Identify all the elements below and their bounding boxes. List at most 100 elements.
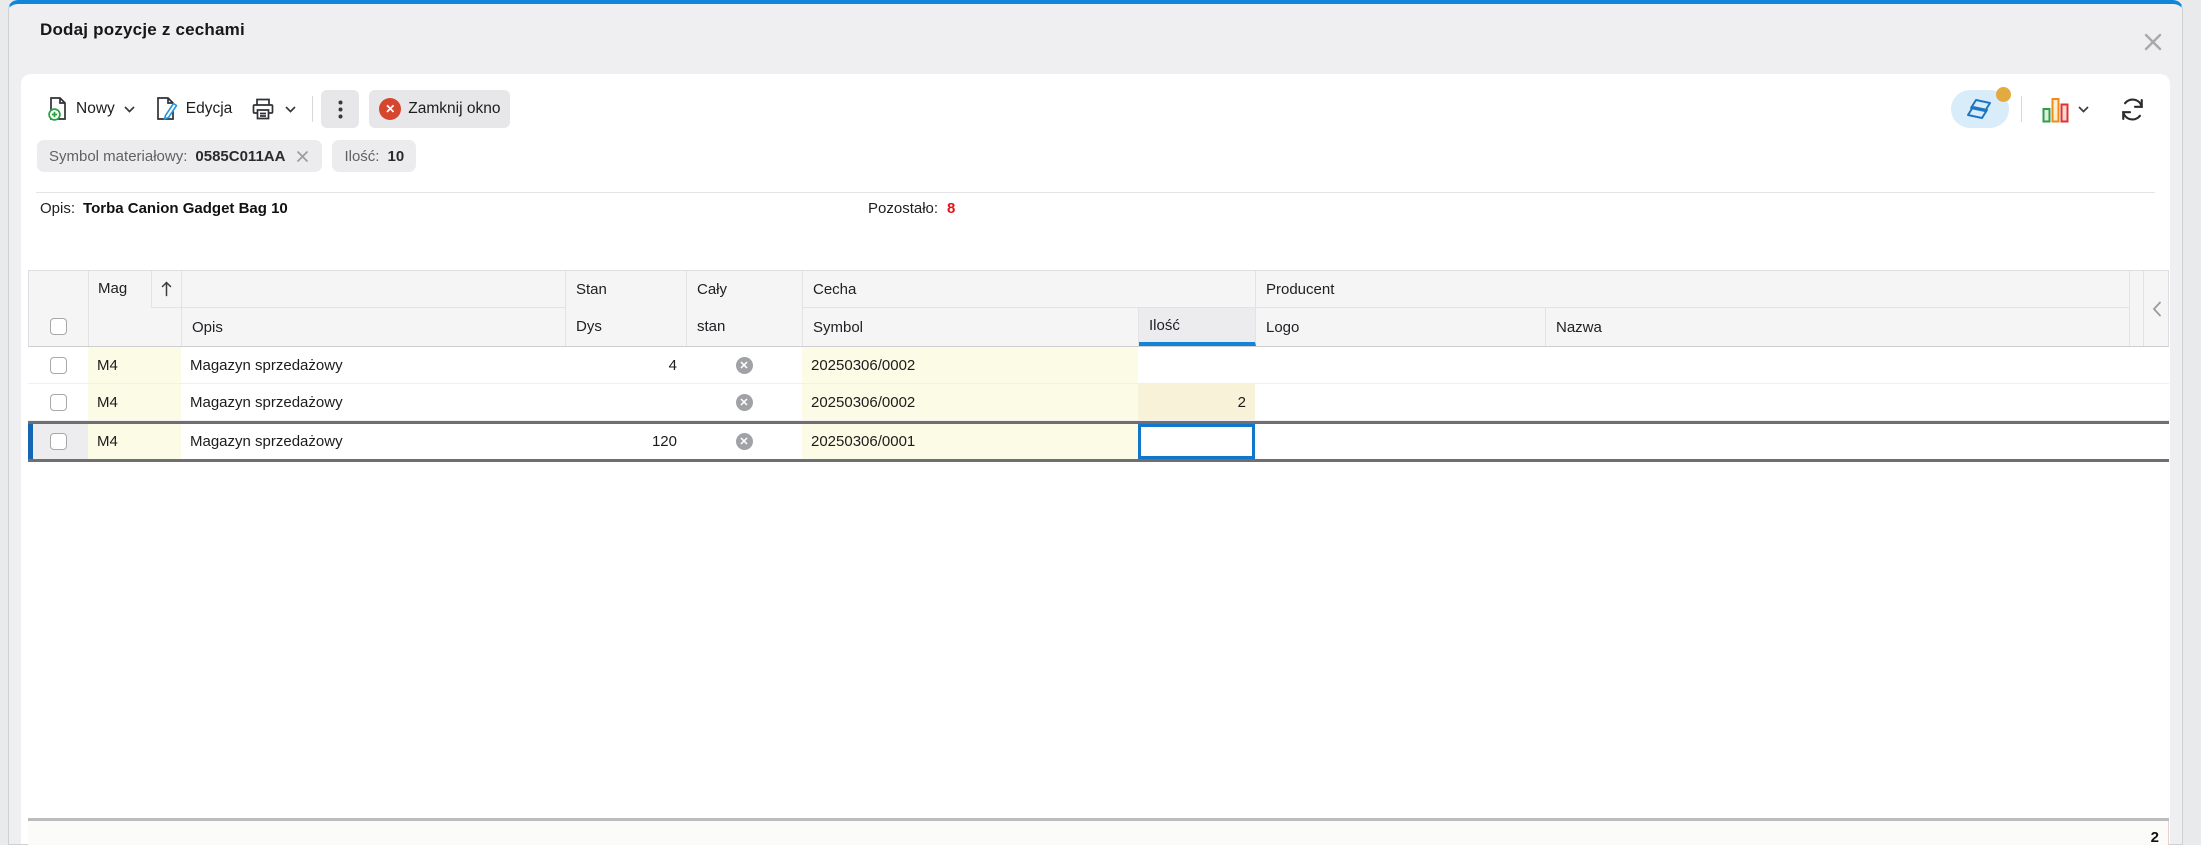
- edit-button[interactable]: Edycja: [145, 90, 243, 128]
- toolbar: Nowy Edycja ✕ Zamknij okno: [21, 87, 2170, 130]
- grid-header: Mag Opis Stan Dys Cały stan Cecha Symbol…: [28, 270, 2169, 347]
- column-header-label: stan: [697, 318, 726, 335]
- column-header-label: Nazwa: [1556, 318, 1602, 336]
- band-header-label: Producent: [1266, 280, 1335, 298]
- summary-row: 2: [28, 821, 2169, 845]
- column-header-label: Stan: [576, 281, 607, 298]
- info-row: Opis: Torba Canion Gadget Bag 10 Pozostał…: [40, 198, 2151, 220]
- section-divider: [36, 192, 2155, 193]
- column-header-label: Logo: [1266, 318, 1300, 336]
- chevron-down-icon: [285, 105, 296, 113]
- cell-symbol[interactable]: 20250306/0002: [802, 384, 1138, 420]
- filter-chip-ilosc[interactable]: Ilość: 10: [332, 140, 417, 172]
- close-window-button-label: Zamknij okno: [408, 100, 501, 117]
- column-header-opis[interactable]: Opis: [182, 308, 566, 346]
- cell-nazwa[interactable]: [1545, 347, 2129, 383]
- band-header-cecha[interactable]: Cecha: [803, 271, 1256, 308]
- row-checkbox[interactable]: [49, 356, 67, 374]
- cell-mag[interactable]: M4: [88, 347, 181, 383]
- table-row-selected[interactable]: M4 Magazyn sprzedażowy 120 ✕ 20250306/00…: [28, 421, 2169, 462]
- sort-ascending-icon[interactable]: [151, 271, 181, 308]
- cell-symbol[interactable]: 20250306/0002: [802, 347, 1138, 383]
- row-checkbox[interactable]: [49, 393, 67, 411]
- kebab-menu-icon: [338, 100, 343, 119]
- cell-stan-dys[interactable]: [565, 384, 686, 420]
- header-spacer: [182, 271, 566, 308]
- cell-opis[interactable]: Magazyn sprzedażowy: [181, 424, 565, 459]
- cell-ilosc[interactable]: [1138, 347, 1255, 383]
- filter-value: 10: [387, 147, 405, 165]
- column-header-label: Mag: [98, 280, 128, 297]
- header-filler: [2130, 271, 2144, 346]
- table-row[interactable]: M4 Magazyn sprzedażowy ✕ 20250306/0002 2: [28, 384, 2169, 421]
- cell-opis[interactable]: Magazyn sprzedażowy: [181, 347, 565, 383]
- column-header-caly-stan[interactable]: Cały stan: [687, 271, 803, 346]
- cell-logo[interactable]: [1255, 384, 1545, 420]
- document-plus-icon: [47, 96, 69, 122]
- more-actions-button[interactable]: [321, 90, 360, 128]
- chevron-down-icon: [124, 105, 135, 113]
- new-button-label: Nowy: [76, 100, 115, 117]
- column-header-symbol[interactable]: Symbol: [803, 308, 1139, 346]
- opis-label: Opis:: [40, 200, 76, 217]
- filter-label: Ilość:: [344, 147, 380, 165]
- column-header-label: Cały: [697, 281, 728, 298]
- close-icon[interactable]: [2137, 26, 2169, 58]
- remove-filter-icon[interactable]: [295, 149, 310, 164]
- new-button[interactable]: Nowy: [37, 90, 145, 128]
- collapse-panel-chevron-icon[interactable]: [2144, 271, 2170, 346]
- duplicate-window-button[interactable]: [1951, 87, 2011, 128]
- chevron-down-icon: [2078, 105, 2089, 113]
- dialog-content: Nowy Edycja ✕ Zamknij okno Symbol materi…: [21, 74, 2170, 845]
- cell-caly-stan: ✕: [686, 347, 802, 383]
- cell-rail: [2143, 384, 2169, 420]
- bar-chart-icon: [2042, 96, 2069, 123]
- cell-mag[interactable]: M4: [88, 384, 181, 420]
- select-all-checkbox[interactable]: [50, 318, 67, 335]
- cell-stan-dys[interactable]: 4: [565, 347, 686, 383]
- cell-nazwa[interactable]: [1545, 424, 2129, 459]
- summary-ilosc-total: 2: [28, 824, 2169, 845]
- refresh-button[interactable]: [2111, 90, 2154, 128]
- duplicate-window-icon: [1965, 96, 1995, 122]
- row-checkbox[interactable]: [49, 433, 67, 450]
- print-button[interactable]: [242, 90, 304, 128]
- toolbar-separator: [312, 96, 314, 122]
- cell-mag[interactable]: M4: [88, 424, 181, 459]
- cell-ilosc-editing[interactable]: [1138, 424, 1255, 459]
- clear-value-circle-x-icon[interactable]: ✕: [735, 433, 753, 450]
- chart-view-button[interactable]: [2034, 90, 2097, 128]
- cell-logo[interactable]: [1255, 424, 1545, 459]
- cell-symbol[interactable]: 20250306/0001: [802, 424, 1138, 459]
- column-header-label: Symbol: [813, 318, 864, 336]
- band-header-producent[interactable]: Producent: [1256, 271, 2130, 308]
- cell-nazwa[interactable]: [1545, 384, 2129, 420]
- column-header-nazwa[interactable]: Nazwa: [1546, 308, 2130, 346]
- notification-badge: [1996, 87, 2011, 102]
- printer-icon: [250, 97, 276, 121]
- column-header-mag[interactable]: Mag: [89, 271, 182, 346]
- row-select-cell: [28, 424, 88, 459]
- filter-chip-symbol[interactable]: Symbol materiałowy: 0585C011AA: [37, 140, 323, 172]
- row-select-cell: [28, 384, 88, 420]
- cell-logo[interactable]: [1255, 347, 1545, 383]
- cell-rail: [2143, 347, 2169, 383]
- clear-value-circle-x-icon[interactable]: ✕: [735, 356, 753, 374]
- cell-stan-dys[interactable]: 120: [565, 424, 686, 459]
- clear-value-circle-x-icon[interactable]: ✕: [735, 393, 753, 411]
- close-window-button[interactable]: ✕ Zamknij okno: [369, 90, 511, 128]
- row-select-cell: [28, 347, 88, 383]
- table-row[interactable]: M4 Magazyn sprzedażowy 4 ✕ 20250306/0002: [28, 347, 2169, 384]
- remaining-indicator: Pozostało: 8: [868, 198, 955, 220]
- filter-label: Symbol materiałowy:: [49, 147, 188, 165]
- column-header-label: Dys: [576, 318, 602, 335]
- page-title: Dodaj pozycje z cechami: [40, 20, 245, 39]
- column-header-logo[interactable]: Logo: [1256, 308, 1546, 346]
- column-header-ilosc[interactable]: Ilość: [1139, 308, 1256, 346]
- cell-ilosc[interactable]: 2: [1138, 384, 1255, 420]
- cell-opis[interactable]: Magazyn sprzedażowy: [181, 384, 565, 420]
- opis-value: Torba Canion Gadget Bag 10: [83, 200, 288, 217]
- column-header-stan-dys[interactable]: Stan Dys: [566, 271, 687, 346]
- remaining-value: 8: [947, 200, 956, 217]
- edit-button-label: Edycja: [185, 100, 233, 117]
